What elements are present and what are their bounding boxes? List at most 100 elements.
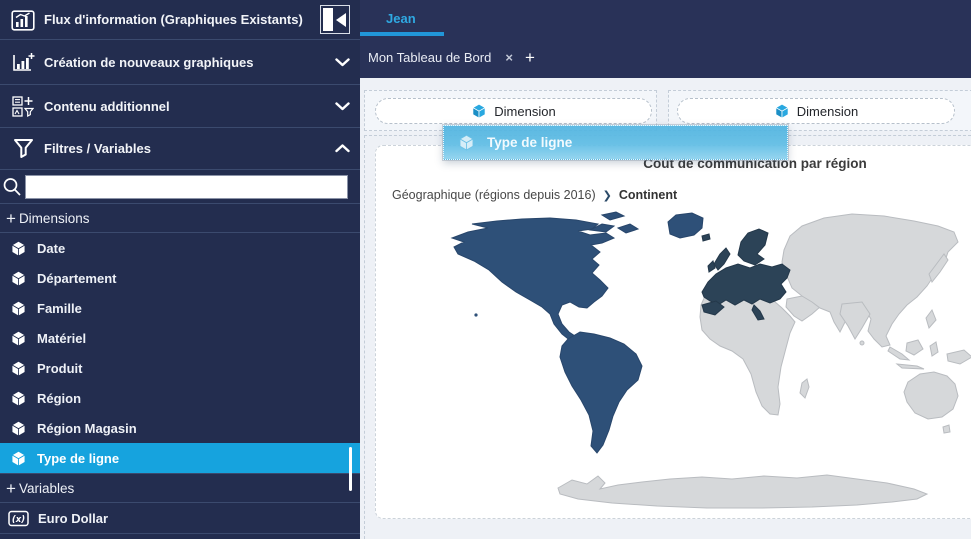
sidebar-item-flux[interactable]: Flux d'information (Graphiques Existants… <box>0 0 360 40</box>
dropzone-label: Dimension <box>494 104 555 119</box>
sidebar-item-label: Création de nouveaux graphiques <box>44 55 329 70</box>
map-region-philippines <box>926 310 936 328</box>
collapse-sidebar-button[interactable] <box>320 5 350 34</box>
cube-icon <box>10 420 27 437</box>
dimension-item-type-de-ligne-selected[interactable]: Type de ligne <box>0 443 360 473</box>
topbar: Jean Mon Tableau de Bord × + <box>360 0 971 78</box>
dashboard-tab-row: Mon Tableau de Bord × + <box>360 36 535 78</box>
chevron-up-icon[interactable] <box>335 144 350 153</box>
dimension-item-produit[interactable]: Produit <box>0 353 360 383</box>
add-tab-icon[interactable]: + <box>525 49 535 66</box>
dragged-dimension-chip[interactable]: Type de ligne <box>443 125 788 160</box>
cube-icon <box>10 390 27 407</box>
cube-icon <box>10 300 27 317</box>
breadcrumb: Géographique (régions depuis 2016) ❯ Conti… <box>392 188 677 202</box>
variables-group-header[interactable]: + Variables <box>0 473 360 503</box>
cube-icon <box>471 103 487 119</box>
dimension-item-date[interactable]: Date <box>0 233 360 263</box>
breadcrumb-current[interactable]: Continent <box>619 188 677 202</box>
bar-chart-icon <box>10 8 36 32</box>
plus-icon[interactable]: + <box>6 480 16 497</box>
map-region-europe-main <box>702 264 790 305</box>
dimension-item-famille[interactable]: Famille <box>0 293 360 323</box>
additional-content-icon <box>10 94 36 118</box>
dimensions-group-header[interactable]: + Dimensions <box>0 203 360 233</box>
map-region-north-america <box>452 218 614 348</box>
tab-dashboard[interactable]: Mon Tableau de Bord <box>368 50 491 65</box>
breadcrumb-separator-icon: ❯ <box>603 190 612 202</box>
map-region-ireland <box>708 261 715 272</box>
world-map[interactable] <box>422 210 971 510</box>
breadcrumb-root[interactable]: Géographique (régions depuis 2016) <box>392 188 596 202</box>
map-region-arctic-island-2 <box>618 224 638 233</box>
dimension-label: Date <box>37 241 65 256</box>
close-tab-icon[interactable]: × <box>505 50 513 65</box>
map-region-uk <box>714 248 730 270</box>
plus-icon[interactable]: + <box>6 210 16 227</box>
map-region-south-america <box>560 332 642 453</box>
filter-funnel-icon <box>10 137 36 161</box>
dropzone-label: Dimension <box>797 104 858 119</box>
chevron-down-icon[interactable] <box>335 58 350 67</box>
app-window: Flux d'information (Graphiques Existants… <box>0 0 971 539</box>
chart-dropzone: Coût de communication par région Géograp… <box>364 135 971 539</box>
sidebar: Flux d'information (Graphiques Existants… <box>0 0 360 539</box>
cube-icon <box>10 240 27 257</box>
sidebar-item-label: Filtres / Variables <box>44 141 329 156</box>
map-region-java <box>897 364 924 369</box>
map-americas-regions <box>452 212 703 453</box>
sidebar-item-creation[interactable]: Création de nouveaux graphiques <box>0 40 360 85</box>
group-header-label: Dimensions <box>19 211 90 226</box>
collapse-arrow-left-icon <box>336 13 346 27</box>
drag-chip-label: Type de ligne <box>487 135 572 150</box>
svg-text:(x): (x) <box>12 514 25 524</box>
sidebar-item-filtres[interactable]: Filtres / Variables <box>0 128 360 170</box>
map-region-antarctica <box>558 475 927 508</box>
cube-icon <box>10 270 27 287</box>
sidebar-item-label: Flux d'information (Graphiques Existants… <box>44 12 314 27</box>
dimension-label: Région <box>37 391 81 406</box>
variable-item-euro-dollar[interactable]: (x) Euro Dollar <box>0 503 360 534</box>
sidebar-item-label: Contenu additionnel <box>44 99 329 114</box>
dimension-label: Famille <box>37 301 82 316</box>
map-region-arctic-island-3 <box>602 212 624 220</box>
group-header-label: Variables <box>19 481 74 496</box>
dimension-label: Département <box>37 271 116 286</box>
dimension-pill-2[interactable]: Dimension <box>677 98 955 124</box>
formula-icon: (x) <box>8 510 29 527</box>
tab-jean[interactable]: Jean <box>360 0 442 36</box>
sidebar-item-contenu[interactable]: Contenu additionnel <box>0 85 360 128</box>
map-region-madagascar <box>800 379 809 398</box>
map-region-australia <box>904 372 958 419</box>
map-region-tasmania <box>943 425 950 433</box>
sidebar-search-row <box>0 170 360 203</box>
map-region-scandinavia <box>738 229 768 265</box>
search-icon <box>2 176 22 198</box>
dimension-pill-1[interactable]: Dimension <box>375 98 652 124</box>
chevron-down-icon[interactable] <box>335 102 350 111</box>
dimension-item-region-magasin[interactable]: Région Magasin <box>0 413 360 443</box>
dimension-item-materiel[interactable]: Matériel <box>0 323 360 353</box>
map-region-india <box>840 302 870 339</box>
search-input[interactable] <box>25 175 348 199</box>
dimension-label: Région Magasin <box>37 421 137 436</box>
cube-icon <box>10 330 27 347</box>
chart-panel: Coût de communication par région Géograp… <box>375 145 971 519</box>
map-region-new-guinea <box>947 350 971 364</box>
cube-icon <box>10 360 27 377</box>
dashboard-canvas: Dimension Dimension Coût de communicatio… <box>360 78 971 539</box>
dimension-label: Matériel <box>37 331 86 346</box>
dimension-item-departement[interactable]: Département <box>0 263 360 293</box>
map-region-borneo <box>906 340 923 355</box>
cube-icon <box>10 450 27 467</box>
dimension-item-region[interactable]: Région <box>0 383 360 413</box>
cube-icon <box>458 134 475 151</box>
map-region-srilanka <box>860 341 864 345</box>
map-region-iceland <box>702 234 710 241</box>
map-region-sulawesi <box>930 342 938 356</box>
cube-icon <box>774 103 790 119</box>
variable-label: Euro Dollar <box>38 511 108 526</box>
sidebar-scrollbar-thumb[interactable] <box>349 447 352 491</box>
dimension-label: Produit <box>37 361 83 376</box>
tab-jean-label: Jean <box>386 11 416 26</box>
